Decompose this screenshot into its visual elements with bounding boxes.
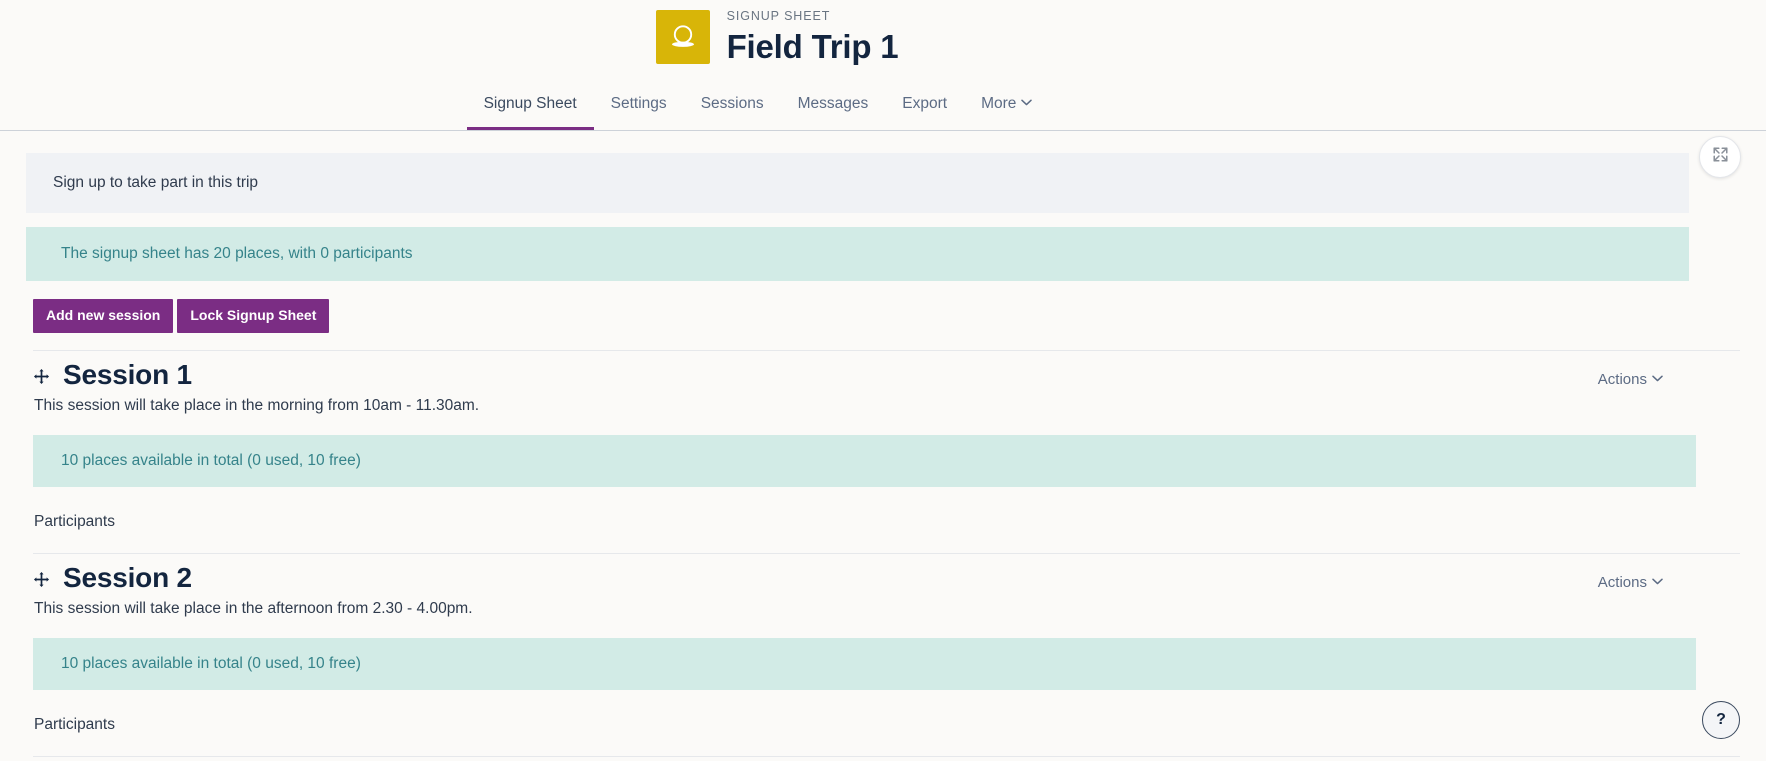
session-actions-dropdown[interactable]: Actions <box>1598 562 1689 591</box>
move-handle-icon[interactable] <box>33 360 50 392</box>
expand-arrows-icon <box>1711 145 1730 169</box>
expand-fullscreen-button[interactable] <box>1699 135 1741 178</box>
session-block: Session 2 Actions This session will take… <box>33 552 1740 757</box>
content-rail: Sign up to take part in this trip The si… <box>0 135 1766 757</box>
tab-messages[interactable]: Messages <box>781 85 886 130</box>
session-title: Session 2 <box>63 561 192 593</box>
session-title: Session 1 <box>63 358 192 390</box>
chevron-down-icon <box>1021 93 1033 111</box>
participants-label: Participants <box>34 512 115 530</box>
session-header: Session 2 Actions <box>33 554 1689 594</box>
signup-sheet-icon <box>655 10 710 65</box>
title-row: SIGNUP SHEET Field Trip 1 <box>0 8 1766 65</box>
signup-summary-banner: The signup sheet has 20 places, with 0 p… <box>26 226 1689 281</box>
tab-sessions[interactable]: Sessions <box>684 85 781 130</box>
session-block: Session 1 Actions This session will take… <box>33 349 1740 553</box>
session-places-text: 10 places available in total (0 used, 10… <box>61 451 361 469</box>
session-places-banner: 10 places available in total (0 used, 10… <box>33 637 1696 690</box>
help-question-icon: ? <box>1716 710 1726 728</box>
participants-label: Participants <box>34 715 115 733</box>
tab-settings[interactable]: Settings <box>594 85 684 130</box>
chevron-down-icon <box>1652 369 1663 386</box>
tab-signup-sheet[interactable]: Signup Sheet <box>466 85 594 130</box>
session-description: This session will take place in the afte… <box>34 599 473 617</box>
session-places-text: 10 places available in total (0 used, 10… <box>61 654 361 672</box>
session-places-banner: 10 places available in total (0 used, 10… <box>33 434 1696 487</box>
page-title: Field Trip 1 <box>726 27 899 65</box>
session-header: Session 1 Actions <box>33 351 1689 391</box>
title-text-block: SIGNUP SHEET Field Trip 1 <box>727 10 899 65</box>
help-button[interactable]: ? <box>1702 700 1740 739</box>
sessions-list: Session 1 Actions This session will take… <box>26 349 1740 757</box>
session-actions-dropdown[interactable]: Actions <box>1598 359 1689 388</box>
page-eyebrow: SIGNUP SHEET <box>726 9 831 23</box>
tab-more[interactable]: More <box>964 85 1049 130</box>
session-title-row: Session 2 <box>33 562 192 594</box>
tab-export[interactable]: Export <box>885 85 964 130</box>
action-button-row: Add new session Lock Signup Sheet <box>26 298 1689 333</box>
chevron-down-icon <box>1652 572 1663 589</box>
instruction-text: Sign up to take part in this trip <box>53 173 259 191</box>
lock-signup-sheet-button[interactable]: Lock Signup Sheet <box>177 298 330 333</box>
move-handle-icon[interactable] <box>33 563 50 595</box>
tab-more-label: More <box>981 94 1017 112</box>
title-block: SIGNUP SHEET Field Trip 1 <box>655 10 899 65</box>
session-actions-label: Actions <box>1597 573 1647 591</box>
instruction-banner: Sign up to take part in this trip <box>26 135 1741 213</box>
signup-summary-text: The signup sheet has 20 places, with 0 p… <box>61 244 413 262</box>
session-title-row: Session 1 <box>33 359 192 391</box>
session-actions-label: Actions <box>1597 370 1647 388</box>
primary-nav: Signup Sheet Settings Sessions Messages … <box>0 85 1766 130</box>
page-header: SIGNUP SHEET Field Trip 1 Signup Sheet S… <box>0 0 1766 131</box>
session-divider <box>33 755 1740 757</box>
main-content: Sign up to take part in this trip The si… <box>0 135 1766 757</box>
session-description: This session will take place in the morn… <box>34 396 480 414</box>
add-new-session-button[interactable]: Add new session <box>33 298 174 333</box>
